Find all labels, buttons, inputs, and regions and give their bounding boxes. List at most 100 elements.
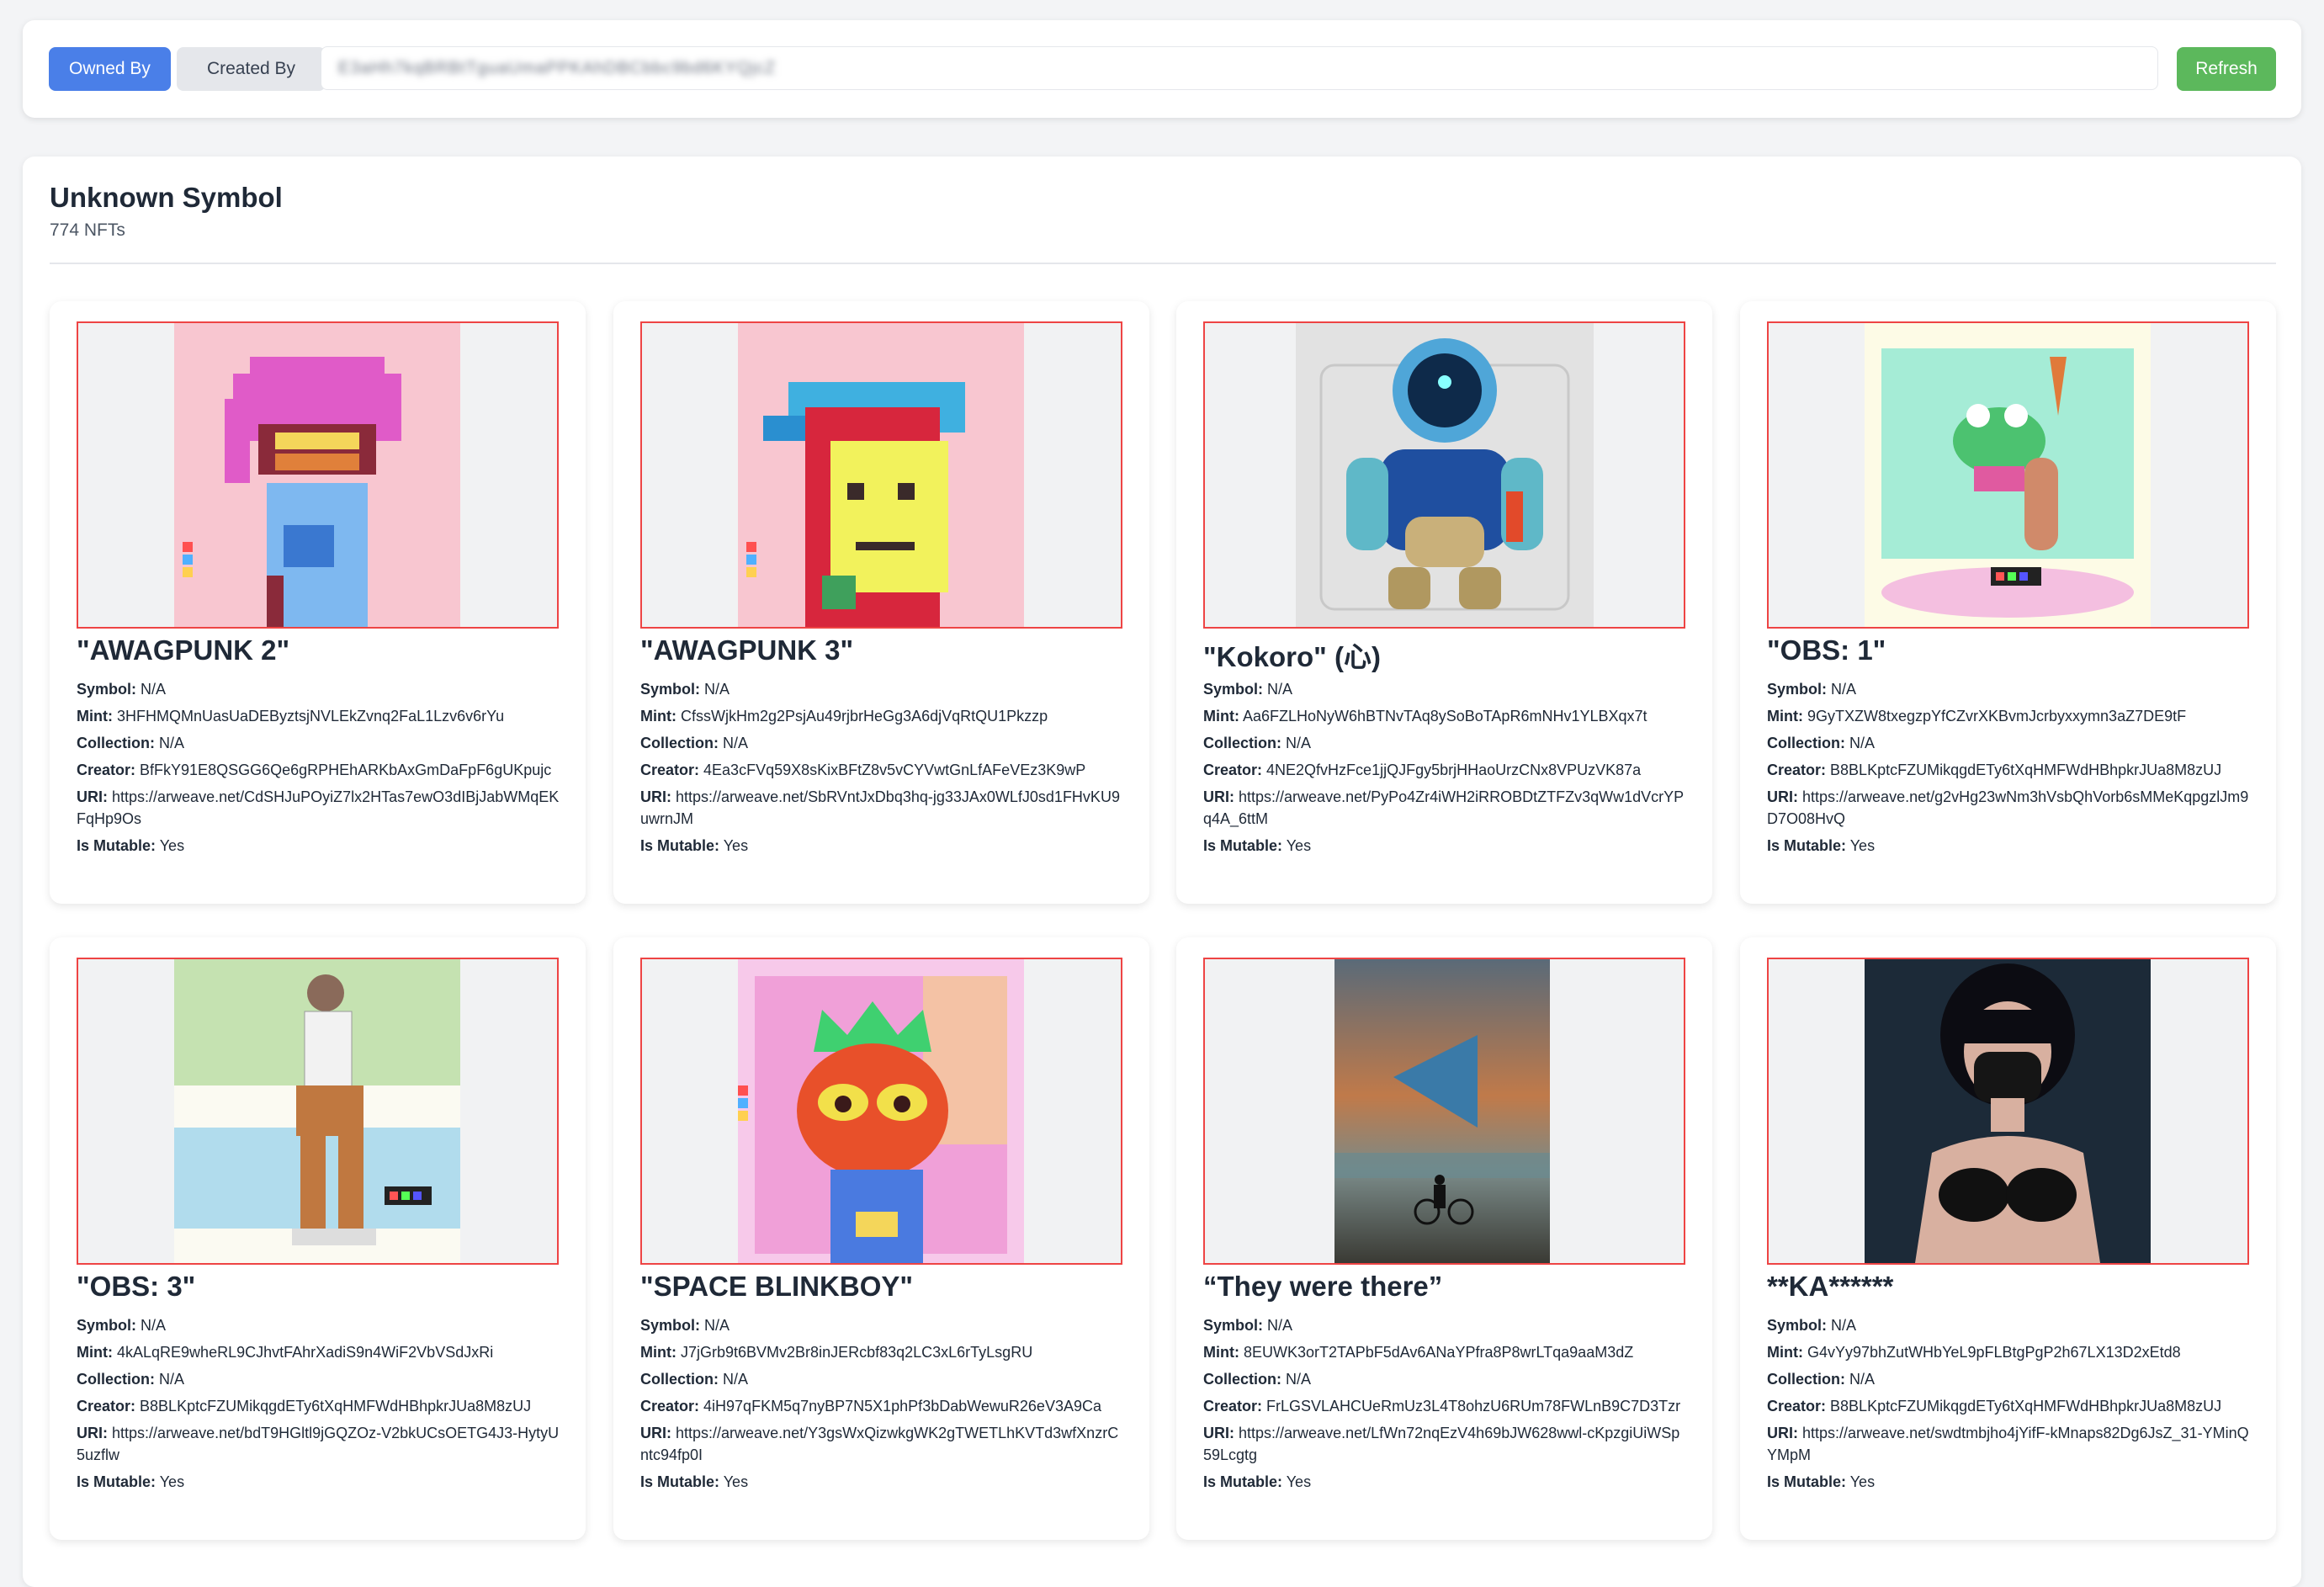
uri-label: URI: — [1203, 1425, 1234, 1441]
uri-value[interactable]: https://arweave.net/swdtmbjho4jYifF-kMna… — [1767, 1425, 2249, 1463]
nft-metadata: Symbol: N/A Mint: G4vYy97bhZutWHbYeL9pFL… — [1767, 1314, 2251, 1498]
nft-card[interactable]: "AWAGPUNK 2" Symbol: N/A Mint: 3HFHMQMnU… — [50, 301, 586, 904]
creator-value: B8BLKptcFZUMikqgdETy6tXqHMFWdHBhpkrJUa8M… — [140, 1398, 532, 1414]
nft-metadata: Symbol: N/A Mint: 3HFHMQMnUasUaDEByztsjN… — [77, 678, 560, 862]
mint-label: Mint: — [1203, 1344, 1239, 1361]
nft-name: “They were there” — [1203, 1271, 1443, 1302]
collection-label: Collection: — [640, 1371, 719, 1388]
symbol-label: Symbol: — [1767, 681, 1828, 698]
mutable-value: Yes — [159, 1473, 185, 1490]
uri-value[interactable]: https://arweave.net/SbRVntJxDbq3hq-jg33J… — [640, 788, 1120, 827]
mint-value: 4kALqRE9wheRL9CJhvtFAhrXadiS9n4WiF2VbVSd… — [117, 1344, 494, 1361]
uri-value[interactable]: https://arweave.net/bdT9HGltl9jGQZOz-V2b… — [77, 1425, 559, 1463]
uri-label: URI: — [640, 788, 671, 805]
mutable-value: Yes — [1286, 837, 1312, 854]
nft-card[interactable]: “They were there” Symbol: N/A Mint: 8EUW… — [1176, 937, 1712, 1540]
nft-card[interactable]: "Kokoro" (心) Symbol: N/A Mint: Aa6FZLHoN… — [1176, 301, 1712, 904]
mutable-label: Is Mutable: — [77, 837, 157, 854]
toolbar: Owned By Created By E3aHh7kqBRBtTguaUmaP… — [23, 20, 2301, 118]
symbol-value: N/A — [1267, 681, 1293, 698]
obs3-image — [174, 959, 460, 1263]
creator-label: Creator: — [77, 762, 136, 778]
mutable-label: Is Mutable: — [1767, 1473, 1847, 1490]
uri-value[interactable]: https://arweave.net/Y3gsWxQizwkgWK2gTWET… — [640, 1425, 1118, 1463]
uri-label: URI: — [1767, 1425, 1798, 1441]
mint-value: 8EUWK3orT2TAPbF5dAv6ANaYPfra8P8wrLTqa9aa… — [1244, 1344, 1634, 1361]
nft-card[interactable]: "SPACE BLINKBOY" Symbol: N/A Mint: J7jGr… — [613, 937, 1149, 1540]
uri-value[interactable]: https://arweave.net/g2vHg23wNm3hVsbQhVor… — [1767, 788, 2248, 827]
nft-card[interactable]: "OBS: 3" Symbol: N/A Mint: 4kALqRE9wheRL… — [50, 937, 586, 1540]
collection-value: N/A — [1849, 1371, 1876, 1388]
mint-label: Mint: — [640, 708, 677, 724]
awagpunk3-image — [738, 323, 1024, 627]
wallet-address-value: E3aHh7kqBRBtTguaUmaPPKAhDBCbbc9bd6KYQjcZ — [338, 58, 777, 77]
symbol-value: N/A — [704, 1317, 730, 1334]
mutable-label: Is Mutable: — [77, 1473, 157, 1490]
nft-image[interactable] — [77, 321, 559, 629]
mutable-value: Yes — [723, 1473, 749, 1490]
creator-label: Creator: — [640, 762, 700, 778]
nft-name: "OBS: 1" — [1767, 634, 1886, 666]
mint-value: CfssWjkHm2g2PsjAu49rjbrHeGg3A6djVqRtQU1P… — [681, 708, 1048, 724]
creator-label: Creator: — [77, 1398, 136, 1414]
obs1-image — [1865, 323, 2151, 627]
collection-label: Collection: — [640, 735, 719, 751]
refresh-button[interactable]: Refresh — [2177, 47, 2276, 91]
creator-value: B8BLKptcFZUMikqgdETy6tXqHMFWdHBhpkrJUa8M… — [1830, 762, 2222, 778]
symbol-label: Symbol: — [1203, 681, 1264, 698]
uri-value[interactable]: https://arweave.net/CdSHJuPOyiZ7lx2HTas7… — [77, 788, 559, 827]
mutable-label: Is Mutable: — [1203, 837, 1283, 854]
awagpunk2-image — [174, 323, 460, 627]
nft-image[interactable] — [640, 958, 1122, 1265]
nft-image[interactable] — [640, 321, 1122, 629]
nft-name: **KA****** — [1767, 1271, 1894, 1302]
they-were-there-image — [1334, 959, 1550, 1263]
uri-value[interactable]: https://arweave.net/LfWn72nqEzV4h69bJW62… — [1203, 1425, 1679, 1463]
mint-label: Mint: — [1767, 708, 1803, 724]
nft-image[interactable] — [77, 958, 559, 1265]
created-by-button[interactable]: Created By — [177, 47, 326, 91]
creator-value: BfFkY91E8QSGG6Qe6gRPHEhARKbAxGmDaFpF6gUK… — [140, 762, 552, 778]
nft-card[interactable]: "OBS: 1" Symbol: N/A Mint: 9GyTXZW8txegz… — [1740, 301, 2276, 904]
nft-card[interactable]: **KA****** Symbol: N/A Mint: G4vYy97bhZu… — [1740, 937, 2276, 1540]
creator-value: FrLGSVLAHCUeRmUz3L4T8ohzU6RUm78FWLnB9C7D… — [1266, 1398, 1681, 1414]
mint-label: Mint: — [1203, 708, 1239, 724]
mutable-label: Is Mutable: — [1767, 837, 1847, 854]
uri-label: URI: — [1203, 788, 1234, 805]
nft-metadata: Symbol: N/A Mint: 4kALqRE9wheRL9CJhvtFAh… — [77, 1314, 560, 1498]
symbol-value: N/A — [141, 681, 167, 698]
owned-by-button[interactable]: Owned By — [49, 47, 171, 91]
creator-label: Creator: — [1203, 762, 1263, 778]
creator-value: 4iH97qFKM5q7nyBP7N5X1phPf3bDabWewuR26eV3… — [703, 1398, 1101, 1414]
nft-count: 774 NFTs — [50, 220, 125, 240]
nft-metadata: Symbol: N/A Mint: 9GyTXZW8txegzpYfCZvrXK… — [1767, 678, 2251, 862]
nft-name: "OBS: 3" — [77, 1271, 196, 1302]
nft-metadata: Symbol: N/A Mint: Aa6FZLHoNyW6hBTNvTAq8y… — [1203, 678, 1687, 862]
wallet-address-input[interactable]: E3aHh7kqBRBtTguaUmaPPKAhDBCbbc9bd6KYQjcZ — [321, 46, 2158, 90]
collection-label: Collection: — [1203, 735, 1281, 751]
nft-image[interactable] — [1767, 321, 2249, 629]
mint-label: Mint: — [1767, 1344, 1803, 1361]
uri-label: URI: — [640, 1425, 671, 1441]
nft-metadata: Symbol: N/A Mint: J7jGrb9t6BVMv2Br8inJER… — [640, 1314, 1124, 1498]
mint-value: 3HFHMQMnUasUaDEByztsjNVLEkZvnq2FaL1Lzv6v… — [117, 708, 505, 724]
mutable-value: Yes — [1286, 1473, 1312, 1490]
mint-label: Mint: — [640, 1344, 677, 1361]
nft-image[interactable] — [1203, 321, 1685, 629]
uri-value[interactable]: https://arweave.net/PyPo4Zr4iWH2iRROBDtZ… — [1203, 788, 1684, 827]
nft-image[interactable] — [1767, 958, 2249, 1265]
mint-label: Mint: — [77, 708, 113, 724]
nft-image[interactable] — [1203, 958, 1685, 1265]
collection-value: N/A — [1849, 735, 1876, 751]
mint-value: J7jGrb9t6BVMv2Br8inJERcbf83q2LC3xL6rTyLs… — [681, 1344, 1033, 1361]
nft-name: "AWAGPUNK 3" — [640, 634, 854, 666]
collection-title: Unknown Symbol — [50, 182, 283, 213]
mutable-label: Is Mutable: — [1203, 1473, 1283, 1490]
mutable-value: Yes — [723, 837, 749, 854]
mint-label: Mint: — [77, 1344, 113, 1361]
creator-value: 4Ea3cFVq59X8sKixBFtZ8v5vCYVwtGnLfAFeVEz3… — [703, 762, 1086, 778]
symbol-value: N/A — [1831, 1317, 1857, 1334]
creator-label: Creator: — [1767, 1398, 1827, 1414]
mutable-label: Is Mutable: — [640, 1473, 720, 1490]
nft-card[interactable]: "AWAGPUNK 3" Symbol: N/A Mint: CfssWjkHm… — [613, 301, 1149, 904]
